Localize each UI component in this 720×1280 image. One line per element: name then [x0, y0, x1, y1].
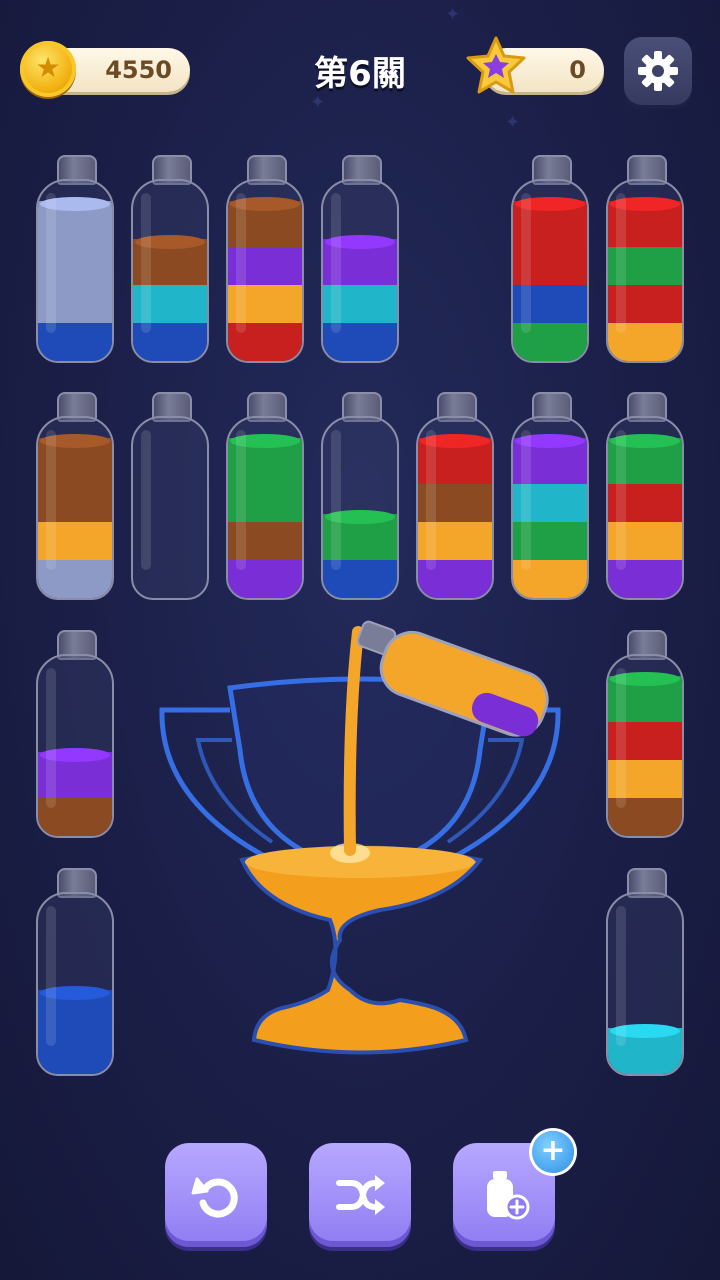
bottle[interactable] [606, 630, 684, 840]
bottle-gloss [521, 193, 531, 333]
bottle[interactable] [226, 392, 304, 602]
bottle-body [36, 416, 114, 600]
bottle-gloss [46, 668, 56, 808]
bottle[interactable] [321, 155, 399, 365]
undo-icon [191, 1177, 238, 1218]
gear-icon [638, 51, 678, 91]
bottle-gloss [46, 430, 56, 570]
bottle[interactable] [226, 155, 304, 365]
bottle[interactable] [606, 155, 684, 365]
bottle-gloss [616, 193, 626, 333]
bottle-body [606, 654, 684, 838]
bottle-body [416, 416, 494, 600]
bottle[interactable] [36, 630, 114, 840]
bottle-gloss [141, 193, 151, 333]
settings-button[interactable] [624, 37, 692, 105]
bottle-gloss [46, 906, 56, 1046]
bottle-gloss [46, 193, 56, 333]
bottle-body [511, 179, 589, 363]
bottle-body [226, 179, 304, 363]
bottle-gloss [521, 430, 531, 570]
bottle-gloss [236, 193, 246, 333]
bottle-body [606, 416, 684, 600]
bottle-gloss [141, 430, 151, 570]
bottle-body [511, 416, 589, 600]
coin-icon: ★ [20, 41, 76, 97]
bottle-body [36, 654, 114, 838]
bottle-body [131, 179, 209, 363]
bottle[interactable] [606, 868, 684, 1078]
bottle-body [36, 179, 114, 363]
bottle-gloss [616, 430, 626, 570]
bottle[interactable] [131, 392, 209, 602]
bottle-body [321, 179, 399, 363]
bottle-gloss [331, 430, 341, 570]
bottle[interactable] [606, 392, 684, 602]
star-icon [466, 36, 526, 94]
shuffle-icon [336, 1175, 385, 1215]
bottle-gloss [331, 193, 341, 333]
star-decoration: ✦ [310, 92, 326, 113]
level-title: 第6關 [314, 54, 406, 94]
coin-count: 4550 [105, 56, 172, 84]
bottle-body [226, 416, 304, 600]
star-decoration: ✦ [505, 112, 521, 133]
shuffle-button[interactable] [309, 1143, 411, 1247]
add-bottle-icon [487, 1171, 530, 1220]
star-count: 0 [569, 56, 586, 84]
bottle-gloss [616, 906, 626, 1046]
star-decoration: ✦ [445, 4, 461, 25]
bottle-gloss [616, 668, 626, 808]
bottle[interactable] [321, 392, 399, 602]
bottle[interactable] [416, 392, 494, 602]
bottle-body [606, 892, 684, 1076]
bottle[interactable] [131, 155, 209, 365]
bottle-body [321, 416, 399, 600]
bottle[interactable] [36, 868, 114, 1078]
trophy-goal [159, 620, 561, 1055]
bottle-gloss [236, 430, 246, 570]
bottle[interactable] [36, 155, 114, 365]
bottle-gloss [426, 430, 436, 570]
plus-badge: + [532, 1131, 574, 1173]
bottle[interactable] [511, 392, 589, 602]
undo-button[interactable] [165, 1143, 267, 1247]
bottle[interactable] [511, 155, 589, 365]
bottle[interactable] [36, 392, 114, 602]
bottle-body [131, 416, 209, 600]
bottle-body [36, 892, 114, 1076]
bottle-body [606, 179, 684, 363]
